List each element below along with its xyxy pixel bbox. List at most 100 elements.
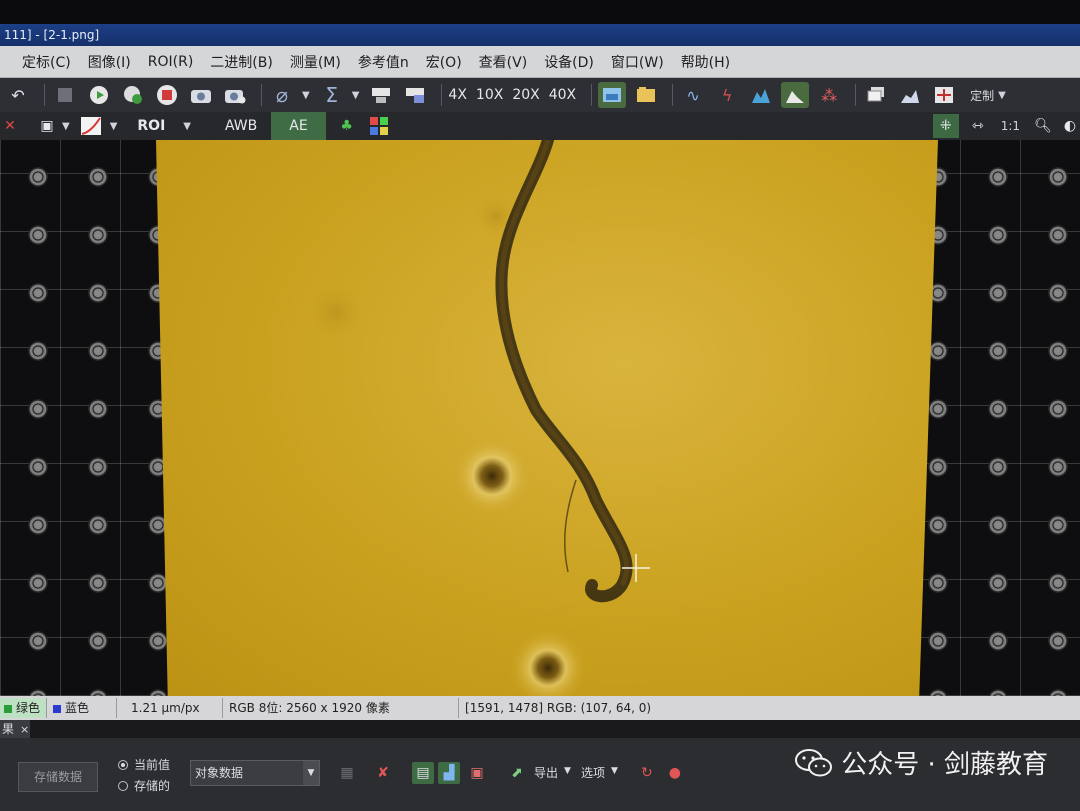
mountain-icon[interactable] — [781, 82, 810, 108]
wave-icon[interactable]: ∿ — [679, 82, 707, 108]
menu-roi[interactable]: ROI(R) — [148, 54, 194, 70]
toolbar-divider — [855, 84, 857, 106]
live-image-icon[interactable] — [598, 82, 627, 108]
close-icon[interactable]: × — [20, 723, 29, 736]
curve-adjust-icon[interactable] — [78, 114, 104, 138]
chevron-down-icon[interactable]: ▼ — [302, 90, 310, 101]
window-title: 111] - [2-1.png] — [4, 28, 100, 42]
dock-tab-label: 果 — [2, 722, 15, 736]
sum-icon[interactable]: Σ — [318, 82, 346, 108]
menu-reference[interactable]: 参考值n — [358, 52, 409, 72]
export-icon[interactable]: ⬈ — [506, 762, 528, 784]
watermark: 公众号 · 剑藤教育 — [795, 744, 1048, 781]
custom-menu[interactable]: 定制 — [970, 87, 994, 104]
data-type-select[interactable]: 对象数据 ▼ — [190, 760, 321, 786]
roi-button[interactable]: ROI — [137, 114, 165, 138]
color-balance-icon[interactable]: ♣ — [334, 114, 360, 138]
radio-current[interactable]: 当前值 — [118, 756, 170, 773]
options-button[interactable]: 选项 — [581, 764, 605, 781]
menu-binary[interactable]: 二进制(B) — [210, 52, 273, 72]
refresh-icon[interactable]: ↻ — [636, 762, 658, 784]
ae-button[interactable]: AE — [271, 112, 326, 140]
chevron-down-icon[interactable]: ▼ — [183, 121, 191, 132]
microscope-image[interactable] — [156, 140, 938, 696]
menu-bar: 定标(C) 图像(I) ROI(R) 二进制(B) 测量(M) 参考值n 宏(O… — [0, 46, 1080, 78]
fiber-strand — [564, 479, 577, 573]
camera-icon[interactable] — [187, 82, 215, 108]
play-icon[interactable] — [85, 82, 113, 108]
menu-window[interactable]: 窗口(W) — [611, 52, 664, 72]
zoom-out-icon[interactable]: ◐ — [1060, 114, 1080, 138]
delete-x-icon[interactable]: ✘ — [372, 762, 394, 784]
specimen-drawing — [306, 140, 650, 696]
menu-help[interactable]: 帮助(H) — [681, 52, 730, 72]
chart-view-icon[interactable]: ▟ — [438, 762, 461, 784]
fit-window-icon[interactable]: ⁜ — [932, 114, 959, 138]
curve-tool-icon[interactable]: ↶ — [4, 82, 32, 108]
awb-button[interactable]: AWB — [211, 114, 271, 138]
layers-icon[interactable] — [862, 82, 890, 108]
results-dock-tab[interactable]: 果 × — [0, 720, 30, 738]
menu-view[interactable]: 查看(V) — [479, 52, 528, 72]
color-grid-icon[interactable] — [366, 114, 392, 138]
export-button[interactable]: 导出 — [534, 764, 558, 781]
blue-square-icon — [53, 704, 62, 713]
bubble — [508, 628, 588, 696]
status-bar: 绿色 蓝色 1.21 μm/px RGB 8位: 2560 x 1920 像素 … — [0, 696, 1080, 720]
fit-width-icon[interactable]: ⇿ — [965, 114, 991, 138]
report-icon[interactable]: ▣ — [466, 762, 488, 784]
toolbar-divider — [441, 84, 443, 106]
area-chart-icon[interactable] — [896, 82, 924, 108]
toolbar-divider — [261, 84, 262, 106]
stage-move-icon[interactable] — [401, 82, 429, 108]
store-data-button[interactable]: 存储数据 — [18, 762, 98, 792]
microscope-stage-icon[interactable] — [367, 82, 395, 108]
mag-4x-button[interactable]: 4X — [448, 87, 467, 103]
mag-10x-button[interactable]: 10X — [476, 87, 503, 103]
chevron-down-icon[interactable]: ▼ — [998, 90, 1006, 101]
radio-dot — [118, 759, 128, 770]
menu-image[interactable]: 图像(I) — [88, 52, 131, 72]
particles-icon[interactable]: ⁂ — [815, 82, 843, 108]
snapshot-play-icon[interactable] — [119, 82, 147, 108]
radio-label: 存储的 — [134, 779, 171, 793]
curve-edit-icon[interactable]: ϟ — [713, 82, 741, 108]
table-view-icon[interactable]: ▤ — [412, 762, 435, 784]
channel-tab-green[interactable]: 绿色 — [0, 698, 48, 718]
record-red-icon[interactable]: ● — [664, 762, 686, 784]
chevron-down-icon[interactable]: ▼ — [611, 766, 618, 776]
app-window: 111] - [2-1.png] 定标(C) 图像(I) ROI(R) 二进制(… — [0, 0, 1080, 811]
grid-disabled-icon[interactable]: ▦ — [336, 762, 358, 784]
image-frame-icon[interactable]: ▣ — [32, 114, 62, 138]
record-icon[interactable] — [153, 82, 181, 108]
mag-40x-button[interactable]: 40X — [549, 87, 576, 103]
histogram-icon[interactable] — [747, 82, 775, 108]
radio-stored[interactable]: 存储的 — [118, 777, 170, 794]
channel-tab-blue[interactable]: 蓝色 — [47, 698, 118, 718]
actual-size-button[interactable]: 1:1 — [1001, 114, 1020, 138]
chevron-down-icon[interactable]: ▼ — [564, 766, 571, 776]
stop-square-icon[interactable] — [51, 82, 79, 108]
radio-dot — [118, 780, 128, 791]
bubble — [306, 282, 366, 342]
chevron-down-icon[interactable]: ▼ — [110, 121, 118, 132]
value-radio-group: 当前值 存储的 — [118, 756, 170, 794]
chevron-down-icon: ▼ — [303, 761, 320, 785]
scale-readout: 1.21 μm/px — [117, 698, 224, 718]
crosshair-box-icon[interactable] — [930, 82, 958, 108]
bubble — [450, 434, 534, 518]
menu-device[interactable]: 设备(D) — [544, 52, 594, 72]
camera-add-icon[interactable] — [221, 82, 249, 108]
close-x-icon[interactable]: ✕ — [0, 114, 20, 138]
channel-label: 绿色 — [16, 701, 41, 715]
diameter-icon[interactable]: ⌀ — [268, 82, 296, 108]
folder-icon[interactable] — [632, 82, 660, 108]
chevron-down-icon[interactable]: ▼ — [352, 90, 360, 101]
mag-20x-button[interactable]: 20X — [512, 87, 539, 103]
chevron-down-icon[interactable]: ▼ — [62, 121, 70, 132]
menu-calibration[interactable]: 定标(C) — [22, 52, 71, 72]
menu-macro[interactable]: 宏(O) — [426, 52, 462, 72]
secondary-toolbar: ✕ ▣ ▼ ▼ ROI ▼ AWB AE ♣ ⁜ ⇿ 1:1 🔍︎ ◐ — [0, 112, 1080, 140]
zoom-in-icon[interactable]: 🔍︎ — [1030, 114, 1056, 138]
menu-measure[interactable]: 测量(M) — [290, 52, 341, 72]
